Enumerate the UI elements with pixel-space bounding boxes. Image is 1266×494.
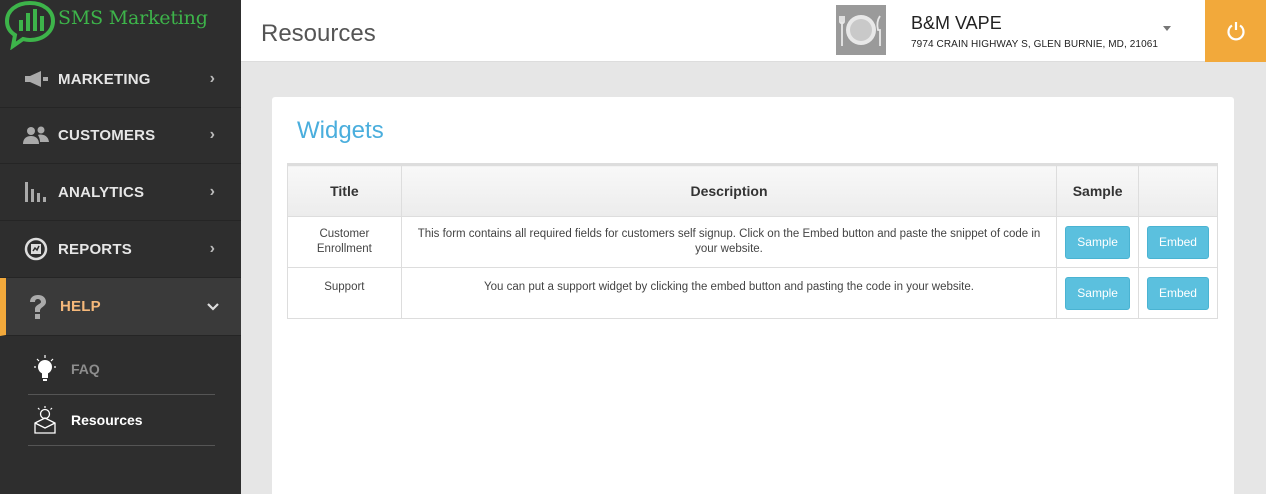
resources-icon [31,405,59,435]
sidebar-item-label: ANALYTICS [58,183,145,201]
help-submenu: FAQ Resources [0,336,241,446]
store-address: 7974 CRAIN HIGHWAY S, GLEN BURNIE, MD, 2… [911,39,1159,50]
sidebar-subitem-resources[interactable]: Resources [28,395,215,446]
app-name: SMS Marketing [58,7,208,29]
store-dropdown-caret-icon[interactable] [1163,26,1171,31]
sidebar-item-help[interactable]: HELP [0,278,241,336]
restaurant-plate-icon [839,15,881,46]
logo[interactable]: SMS Marketing [0,0,241,50]
sidebar-item-analytics[interactable]: ANALYTICS › [0,164,241,221]
widgets-title: Widgets [297,117,384,144]
sidebar-item-marketing[interactable]: MARKETING › [0,51,241,108]
sidebar-subitem-label: Resources [71,412,143,428]
sidebar-subitem-faq[interactable]: FAQ [28,344,215,395]
report-icon [22,237,50,261]
page-title: Resources [261,20,376,47]
sidebar-item-label: MARKETING [58,70,151,88]
chevron-right-icon: › [209,183,215,200]
sidebar-item-label: REPORTS [58,240,132,258]
chevron-right-icon: › [209,70,215,87]
sidebar-item-label: HELP [60,298,101,315]
widgets-table: Title Description Sample Customer Enroll… [287,163,1219,319]
question-icon [24,294,52,319]
sample-cell: Sample [1056,216,1139,268]
sample-button[interactable]: Sample [1065,276,1130,310]
store-image [836,5,886,55]
store-name: B&M VAPE [911,13,1002,33]
sample-button[interactable]: Sample [1065,225,1130,259]
embed-cell: Embed [1137,267,1219,319]
widget-description: This form contains all required fields f… [400,216,1058,268]
widget-title: Customer Enrollment [287,216,402,268]
table-row: Support You can put a support widget by … [287,267,1219,319]
top-header: Resources B&M VAPE 7974 CRAIN HIGHWAY S,… [241,0,1266,62]
table-header-row: Title Description Sample [287,163,1219,217]
column-header-description: Description [400,163,1058,217]
chevron-right-icon: › [209,240,215,257]
sample-cell: Sample [1056,267,1139,319]
sidebar: SMS Marketing MARKETING › CUSTOMERS › AN… [0,0,241,494]
chevron-right-icon: › [209,126,215,143]
power-icon [1226,22,1245,41]
sidebar-item-label: CUSTOMERS [58,126,156,144]
embed-button[interactable]: Embed [1146,225,1209,259]
table-row: Customer Enrollment This form contains a… [287,216,1219,268]
megaphone-icon [22,68,50,90]
sidebar-item-customers[interactable]: CUSTOMERS › [0,107,241,164]
logo-chat-icon [4,0,56,50]
sidebar-subitem-label: FAQ [71,361,100,377]
sidebar-item-reports[interactable]: REPORTS › [0,221,241,278]
widget-description: You can put a support widget by clicking… [400,267,1058,319]
embed-button[interactable]: Embed [1146,276,1209,310]
chevron-down-icon [207,298,219,316]
lightbulb-icon [31,354,59,384]
widget-title: Support [287,267,402,319]
widgets-card: Widgets Title Description Sample Custome… [272,97,1234,494]
users-icon [22,124,50,146]
column-header-sample: Sample [1056,163,1139,217]
column-header-embed [1137,163,1219,217]
bar-chart-icon [22,181,50,203]
embed-cell: Embed [1137,216,1219,268]
column-header-title: Title [287,163,402,217]
logout-button[interactable] [1205,0,1266,62]
